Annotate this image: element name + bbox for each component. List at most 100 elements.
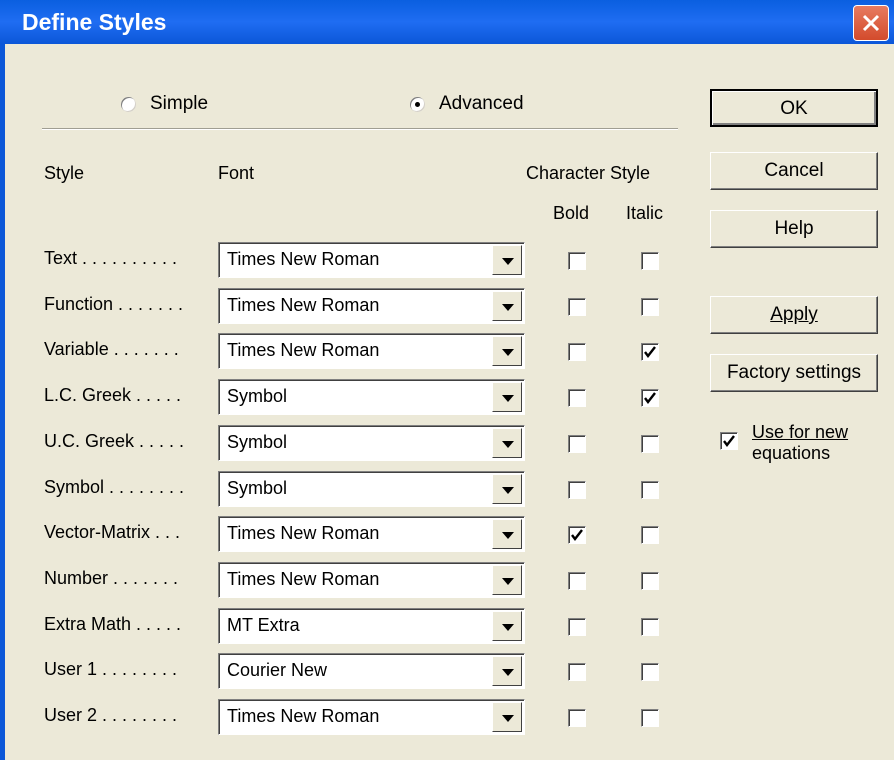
- bold-checkbox[interactable]: [568, 617, 586, 636]
- simple-radio-circle[interactable]: [121, 96, 136, 112]
- font-dropdown[interactable]: Courier New: [218, 653, 525, 690]
- style-label: Text . . . . . . . . . .: [44, 248, 178, 268]
- style-label: Function . . . . . . .: [44, 293, 184, 314]
- italic-checkbox[interactable]: [641, 252, 659, 270]
- bold-checkbox[interactable]: [568, 389, 586, 408]
- style-label: Vector-Matrix . . .: [44, 522, 181, 543]
- italic-checkbox[interactable]: [641, 617, 659, 636]
- font-dropdown[interactable]: Times New Roman: [218, 516, 525, 553]
- simple-radio[interactable]: Simple: [121, 93, 208, 115]
- style-label: User 1 . . . . . . . .: [44, 659, 178, 680]
- italic-checkbox[interactable]: [641, 526, 659, 545]
- italic-checkbox[interactable]: [641, 297, 659, 316]
- bold-checkbox[interactable]: [568, 480, 586, 499]
- dropdown-arrow-icon[interactable]: [492, 336, 522, 367]
- bold-checkbox[interactable]: [568, 709, 586, 727]
- font-value: Courier New: [227, 660, 328, 681]
- font-dropdown[interactable]: Times New Roman: [218, 287, 525, 324]
- style-label: Symbol . . . . . . . .: [44, 476, 185, 497]
- font-header: Font: [218, 163, 255, 183]
- font-dropdown[interactable]: Times New Roman: [218, 333, 525, 370]
- check-icon: [571, 529, 583, 542]
- italic-header: Italic: [626, 203, 664, 223]
- style-row: Number . . . . . . . Times New Roman: [0, 561, 700, 598]
- style-row: Variable . . . . . . . Times New Roman: [0, 333, 700, 370]
- style-label: L.C. Greek . . . . .: [44, 385, 182, 406]
- dropdown-arrow-icon[interactable]: [492, 473, 522, 504]
- ok-label: OK: [780, 98, 808, 119]
- dropdown-arrow-icon[interactable]: [492, 290, 522, 321]
- dropdown-arrow-icon[interactable]: [492, 656, 522, 687]
- font-dropdown[interactable]: Symbol: [218, 470, 525, 507]
- dropdown-arrow-icon[interactable]: [492, 702, 522, 732]
- italic-checkbox[interactable]: [641, 480, 659, 499]
- style-row: Function . . . . . . . Times New Roman: [0, 287, 700, 324]
- bold-checkbox[interactable]: [568, 526, 586, 545]
- font-value: Times New Roman: [227, 523, 380, 544]
- close-button[interactable]: [853, 5, 889, 41]
- style-label: User 2 . . . . . . . .: [44, 705, 178, 725]
- italic-checkbox[interactable]: [641, 571, 659, 590]
- help-button[interactable]: Help: [710, 210, 878, 248]
- bold-checkbox[interactable]: [568, 571, 586, 590]
- font-value: Times New Roman: [227, 568, 380, 589]
- style-row: Vector-Matrix . . . Times New Roman: [0, 516, 700, 553]
- style-row: User 1 . . . . . . . . Courier New: [0, 653, 700, 690]
- italic-checkbox[interactable]: [641, 709, 659, 727]
- italic-checkbox[interactable]: [641, 343, 659, 362]
- separator: [42, 128, 678, 130]
- use-new-checkbox[interactable]: [720, 432, 738, 450]
- italic-checkbox[interactable]: [641, 663, 659, 682]
- factory-settings-label: Factory settings: [726, 362, 862, 383]
- dropdown-arrow-icon[interactable]: [492, 564, 522, 595]
- font-dropdown[interactable]: Times New Roman: [218, 561, 525, 598]
- font-dropdown[interactable]: Times New Roman: [218, 699, 525, 735]
- style-row: Symbol . . . . . . . . Symbol: [0, 470, 700, 507]
- font-dropdown[interactable]: Symbol: [218, 379, 525, 416]
- font-value: MT Extra: [227, 614, 300, 635]
- style-header: Style: [44, 163, 85, 183]
- bold-checkbox[interactable]: [568, 434, 586, 453]
- cancel-button[interactable]: Cancel: [710, 152, 878, 190]
- apply-button[interactable]: Apply: [710, 296, 878, 334]
- apply-label: Apply: [770, 304, 818, 325]
- style-label: Extra Math . . . . .: [44, 613, 182, 634]
- font-dropdown[interactable]: MT Extra: [218, 607, 525, 644]
- title-bar: Define Styles: [0, 0, 894, 44]
- close-icon: [862, 14, 880, 32]
- dropdown-arrow-icon[interactable]: [492, 519, 522, 550]
- font-value: Symbol: [227, 386, 288, 407]
- advanced-radio-circle[interactable]: [410, 96, 425, 112]
- character-style-header: Character Style: [526, 163, 651, 183]
- style-label: U.C. Greek . . . . .: [44, 430, 185, 451]
- check-icon: [644, 346, 656, 359]
- advanced-radio[interactable]: Advanced: [410, 93, 524, 115]
- bold-checkbox[interactable]: [568, 297, 586, 316]
- bold-checkbox[interactable]: [568, 252, 586, 270]
- cancel-label: Cancel: [764, 160, 824, 181]
- font-value: Times New Roman: [227, 706, 380, 726]
- style-label: Number . . . . . . .: [44, 567, 179, 588]
- font-dropdown[interactable]: Symbol: [218, 424, 525, 461]
- dropdown-arrow-icon[interactable]: [492, 382, 522, 413]
- window-title: Define Styles: [22, 9, 167, 35]
- factory-settings-button[interactable]: Factory settings: [710, 354, 878, 392]
- style-row: User 2 . . . . . . . . Times New Roman: [0, 699, 700, 735]
- dropdown-arrow-icon[interactable]: [492, 245, 522, 275]
- style-row: L.C. Greek . . . . . Symbol: [0, 379, 700, 416]
- font-value: Symbol: [227, 477, 288, 498]
- check-icon: [644, 392, 656, 405]
- bold-header: Bold: [553, 203, 590, 223]
- dropdown-arrow-icon[interactable]: [492, 610, 522, 641]
- bold-checkbox[interactable]: [568, 663, 586, 682]
- style-label: Variable . . . . . . .: [44, 339, 179, 360]
- simple-radio-label: Simple: [150, 93, 209, 114]
- font-value: Times New Roman: [227, 340, 380, 361]
- style-row: Text . . . . . . . . . . Times New Roman: [0, 242, 700, 278]
- dropdown-arrow-icon[interactable]: [492, 427, 522, 458]
- ok-button[interactable]: OK: [710, 89, 878, 127]
- italic-checkbox[interactable]: [641, 389, 659, 408]
- italic-checkbox[interactable]: [641, 434, 659, 453]
- font-dropdown[interactable]: Times New Roman: [218, 242, 525, 278]
- bold-checkbox[interactable]: [568, 343, 586, 362]
